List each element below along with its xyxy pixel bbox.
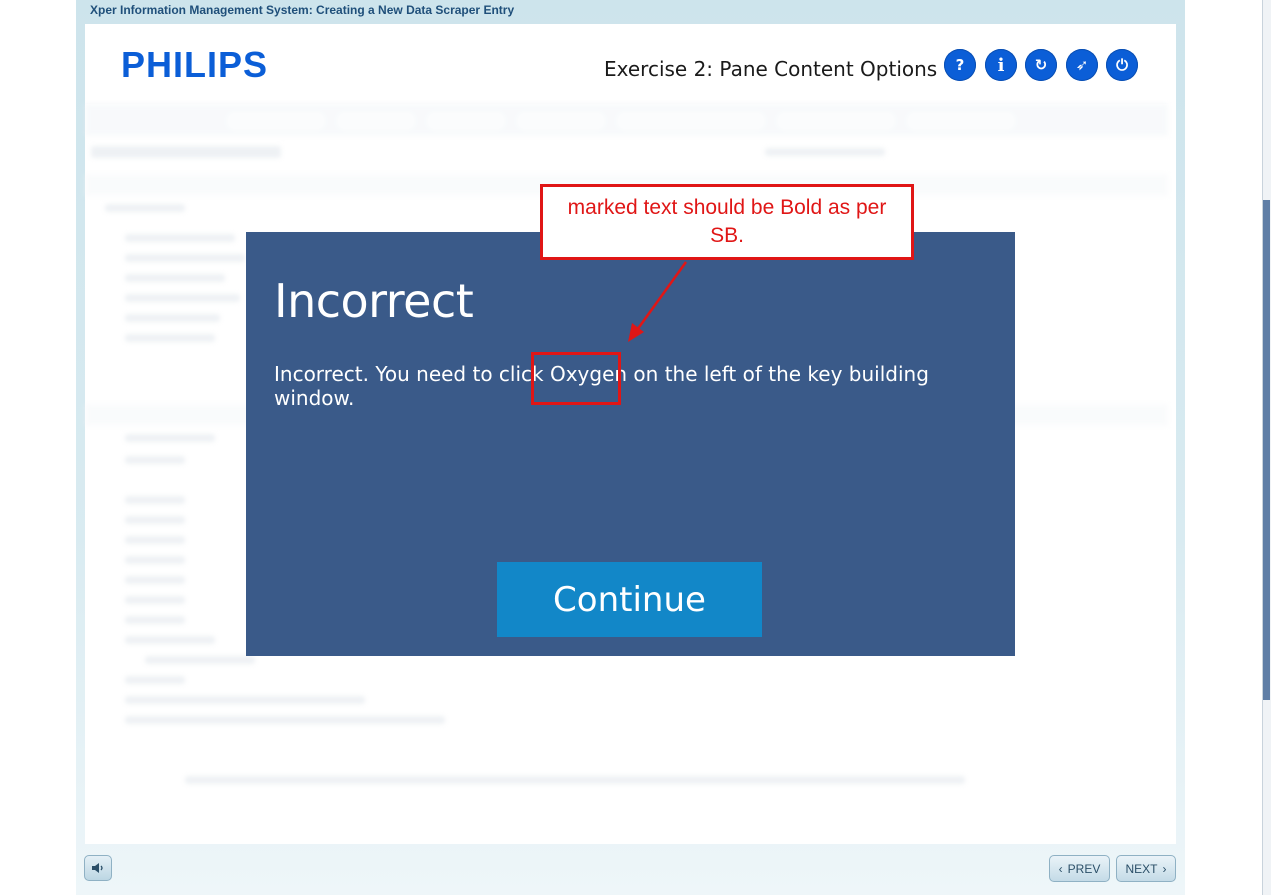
help-icon: ? (955, 56, 965, 74)
annotation-text: marked text should be Bold as per SB. (567, 196, 887, 247)
compass-icon: ➶ (1075, 56, 1089, 74)
chevron-right-icon: › (1162, 861, 1167, 876)
window-title: Xper Information Management System: Crea… (90, 3, 515, 17)
dialog-message: Incorrect. You need to click Oxygen on t… (274, 362, 974, 410)
exit-button[interactable]: ⏻ (1106, 49, 1138, 81)
info-button[interactable]: i (985, 49, 1017, 81)
continue-button[interactable]: Continue (497, 562, 762, 637)
next-button[interactable]: NEXT › (1116, 855, 1176, 882)
next-label: NEXT (1125, 861, 1158, 876)
audio-button[interactable] (84, 855, 112, 881)
annotation-callout: marked text should be Bold as per SB. (540, 184, 914, 260)
prev-label: PREV (1067, 861, 1101, 876)
prev-button[interactable]: ‹ PREV (1049, 855, 1110, 882)
scrollbar-thumb[interactable] (1263, 200, 1270, 700)
replay-button[interactable]: ↻ (1025, 49, 1057, 81)
help-button[interactable]: ? (944, 49, 976, 81)
info-icon: i (997, 54, 1005, 76)
message-text: Incorrect. You need to click (274, 362, 550, 386)
feedback-dialog: Incorrect Incorrect. You need to click O… (246, 232, 1015, 656)
speaker-icon (92, 863, 103, 873)
dialog-heading: Incorrect (274, 274, 474, 328)
compass-button[interactable]: ➶ (1066, 49, 1098, 81)
replay-icon: ↻ (1034, 56, 1048, 74)
exercise-title: Exercise 2: Pane Content Options (604, 57, 938, 81)
philips-logo: PHILIPS (121, 44, 269, 85)
power-icon: ⏻ (1116, 56, 1128, 74)
annotation-highlight-box (531, 352, 621, 405)
chevron-left-icon: ‹ (1058, 861, 1063, 876)
